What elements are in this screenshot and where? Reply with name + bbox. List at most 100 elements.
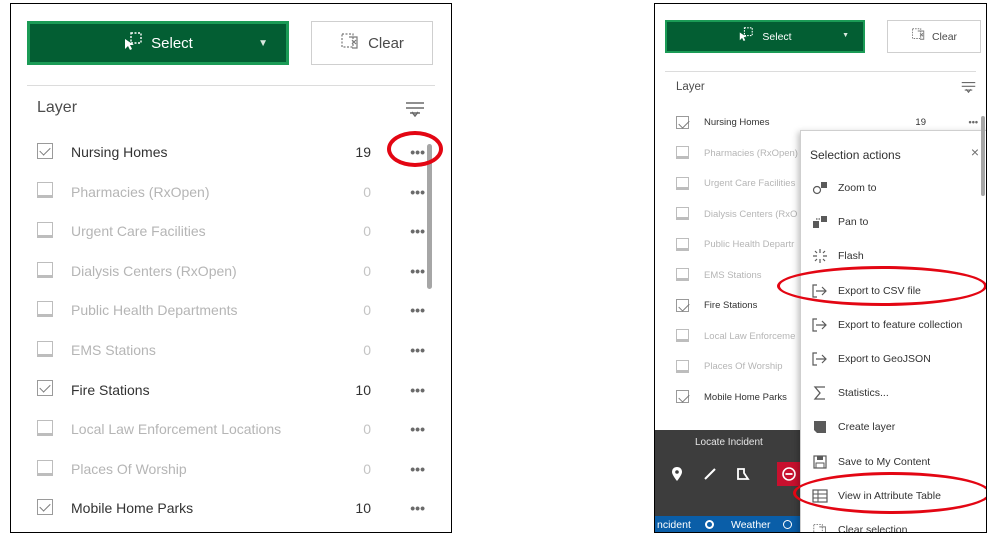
more-options-icon[interactable]: •••: [410, 421, 425, 437]
menu-item-label: Statistics...: [838, 387, 889, 400]
layer-checkbox[interactable]: [676, 115, 689, 129]
line-tool-icon[interactable]: [700, 464, 720, 484]
layer-selected-count: 0: [363, 302, 371, 319]
layer-checkbox[interactable]: [37, 182, 53, 199]
layer-checkbox[interactable]: [676, 207, 689, 221]
layer-checkbox[interactable]: [37, 380, 53, 397]
menu-item-label: Zoom to: [838, 182, 877, 194]
layer-checkbox[interactable]: [37, 340, 53, 357]
layer-header: Layer: [37, 99, 78, 116]
point-tool-icon[interactable]: [667, 464, 687, 484]
clear-button[interactable]: Clear: [311, 21, 433, 65]
clear-button[interactable]: Clear: [887, 20, 981, 53]
menu-item-label: Flash: [838, 250, 864, 263]
more-options-icon[interactable]: •••: [410, 461, 425, 477]
select-button[interactable]: Select ▼: [27, 21, 289, 65]
layer-selected-count: 0: [363, 421, 371, 438]
scrollbar-thumb[interactable]: [981, 116, 985, 196]
more-options-icon[interactable]: •••: [969, 117, 978, 127]
tab-weather[interactable]: Weather: [731, 519, 771, 531]
layer-checkbox[interactable]: [37, 221, 53, 238]
more-options-icon[interactable]: •••: [410, 302, 425, 318]
layer-checkbox[interactable]: [676, 359, 689, 373]
sort-options-icon[interactable]: [405, 101, 425, 117]
layer-row[interactable]: Public Health Departments 0 •••: [11, 289, 451, 329]
layer-name: EMS Stations: [704, 269, 762, 281]
locate-incident-label: Locate Incident: [695, 437, 763, 448]
layer-name: Urgent Care Facilities: [71, 223, 206, 240]
menu-item[interactable]: Create layer: [801, 410, 986, 444]
select-tool-icon: [123, 31, 143, 55]
layer-row[interactable]: Local Law Enforcement Locations 0 •••: [11, 408, 451, 448]
layer-name: Fire Stations: [704, 300, 758, 311]
menu-item[interactable]: Clear selection: [801, 513, 986, 532]
menu-title: Selection actions: [810, 148, 901, 162]
layer-row[interactable]: Mobile Home Parks 10 •••: [11, 487, 451, 527]
layer-row[interactable]: Places Of Worship 0 •••: [11, 448, 451, 488]
menu-item-label: Pan to: [838, 216, 869, 229]
export-icon: [812, 352, 828, 366]
layer-checkbox[interactable]: [37, 459, 53, 476]
layer-row[interactable]: Fire Stations 10 •••: [11, 369, 451, 409]
layer-checkbox[interactable]: [676, 176, 689, 190]
layer-checkbox[interactable]: [676, 237, 689, 251]
layer-name: Places Of Worship: [71, 460, 187, 477]
chevron-down-icon[interactable]: ▼: [258, 38, 268, 49]
menu-item[interactable]: Statistics...: [801, 376, 986, 410]
export-icon: [812, 318, 828, 332]
select-tool-icon: [738, 27, 754, 46]
chevron-down-icon[interactable]: ▼: [842, 32, 849, 39]
sort-options-icon[interactable]: [961, 81, 976, 93]
highlight-export-csv: [777, 266, 986, 306]
clear-icon: [812, 523, 828, 532]
polygon-tool-icon[interactable]: [733, 464, 753, 484]
layer-row[interactable]: Urgent Care Facilities 0 •••: [11, 210, 451, 250]
layer-name: Mobile Home Parks: [71, 500, 194, 517]
clear-selection-icon: [911, 27, 926, 46]
layer-name: Pharmacies (RxOpen): [71, 183, 210, 200]
zoom-to-icon: [812, 181, 828, 195]
tab-weather-radio[interactable]: [783, 520, 792, 529]
menu-item[interactable]: Zoom to: [801, 171, 986, 205]
pan-to-icon: [812, 215, 828, 229]
more-options-icon[interactable]: •••: [410, 382, 425, 398]
layer-checkbox[interactable]: [676, 329, 689, 343]
layer-name: Public Health Departr: [704, 239, 795, 250]
layer-checkbox[interactable]: [676, 146, 689, 160]
tab-incident[interactable]: ncident: [657, 519, 691, 531]
layer-row[interactable]: Nursing Homes 19 •••: [11, 131, 451, 171]
more-options-icon[interactable]: •••: [410, 223, 425, 239]
layer-row[interactable]: EMS Stations 0 •••: [11, 329, 451, 369]
more-options-icon[interactable]: •••: [410, 263, 425, 279]
more-options-icon[interactable]: •••: [410, 500, 425, 516]
menu-item[interactable]: Export to GeoJSON: [801, 342, 986, 376]
layer-row[interactable]: Pharmacies (RxOpen) 0 •••: [11, 171, 451, 211]
more-options-icon[interactable]: •••: [410, 184, 425, 200]
layer-selected-count: 10: [355, 381, 371, 398]
layer-checkbox[interactable]: [37, 261, 53, 278]
layer-checkbox[interactable]: [37, 301, 53, 318]
more-options-icon[interactable]: •••: [410, 342, 425, 358]
select-button[interactable]: Select ▼: [665, 20, 865, 53]
layer-checkbox[interactable]: [37, 419, 53, 436]
tab-incident-radio[interactable]: [705, 520, 714, 529]
layer-name: Dialysis Centers (RxOpen): [71, 262, 237, 279]
clear-label: Clear: [368, 34, 404, 52]
layer-selected-count: 10: [355, 500, 371, 517]
layer-name: Pharmacies (RxOpen): [704, 147, 798, 159]
layer-checkbox[interactable]: [676, 390, 689, 404]
layer-row[interactable]: Dialysis Centers (RxOpen) 0 •••: [11, 250, 451, 290]
close-icon[interactable]: ×: [971, 144, 979, 160]
menu-item[interactable]: Export to feature collection: [801, 308, 986, 342]
save-icon: [812, 454, 828, 469]
layer-checkbox[interactable]: [676, 268, 689, 282]
layer-header: Layer: [676, 81, 705, 93]
layer-checkbox[interactable]: [37, 142, 53, 159]
select-label: Select: [151, 34, 193, 52]
clear-tool-icon[interactable]: [777, 462, 801, 486]
scrollbar-thumb[interactable]: [427, 144, 432, 289]
menu-item[interactable]: Pan to: [801, 205, 986, 239]
layer-selected-count: 19: [355, 144, 371, 160]
layer-checkbox[interactable]: [37, 499, 53, 516]
layer-checkbox[interactable]: [676, 298, 689, 312]
